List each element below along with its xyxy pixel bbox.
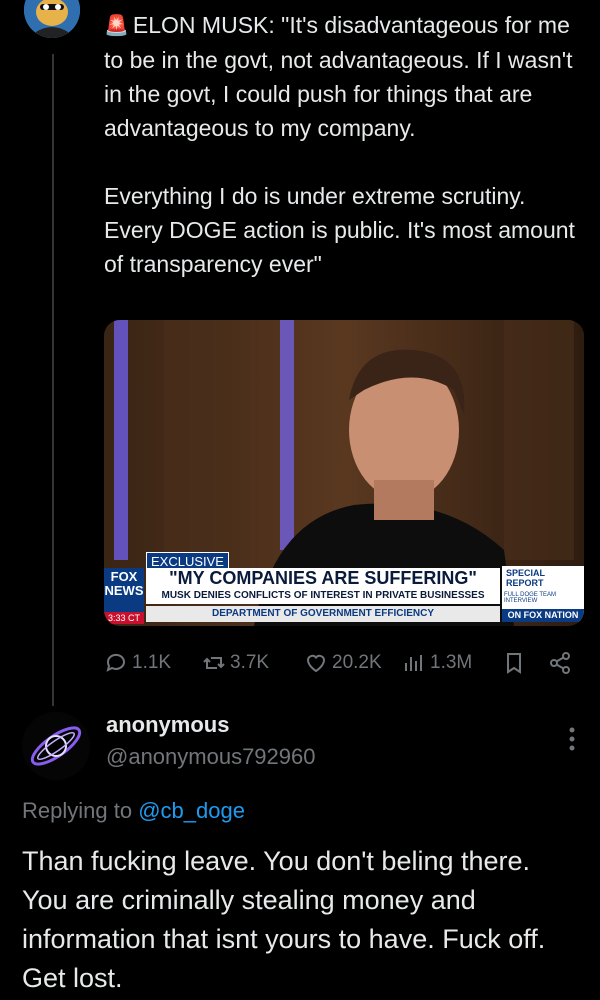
siren-icon: 🚨 [104, 15, 129, 37]
bookmark-icon [507, 653, 521, 674]
share-icon [550, 652, 570, 674]
reply-count: 1.1K [132, 652, 172, 673]
side-interview-label: FULL DOGE TEAM INTERVIEW [504, 592, 557, 604]
side-report-label: REPORT [506, 578, 544, 588]
views-chart-icon [405, 655, 422, 671]
like-count: 20.2K [332, 652, 382, 673]
network-top-label: FOX [110, 569, 138, 584]
reply-text: Than fucking leave. You don't beling the… [22, 846, 546, 993]
reply-icon [106, 653, 125, 672]
like-button[interactable]: 20.2K [304, 651, 382, 675]
reply-author-avatar[interactable] [22, 712, 90, 780]
author-avatar[interactable] [24, 0, 80, 38]
side-nation-label: ON FOX NATION [502, 609, 584, 622]
heart-icon [306, 654, 326, 673]
replying-to-line: Replying to @cb_doge [22, 798, 245, 824]
replying-to-prefix: Replying to [22, 798, 139, 823]
reply-author-handle[interactable]: @anonymous792960 [106, 744, 315, 770]
repost-button[interactable]: 3.7K [202, 651, 269, 675]
thread-connector-line [52, 54, 54, 706]
repost-icon [203, 657, 225, 669]
reply-author-name[interactable]: anonymous [106, 712, 229, 738]
post-text: 🚨 ELON MUSK: "It's disadvantageous for me… [104, 8, 584, 281]
bookmark-button[interactable] [502, 651, 526, 675]
network-bottom-label: NEWS [104, 583, 144, 598]
replying-to-mention[interactable]: @cb_doge [138, 798, 245, 823]
chyron-headline: "MY COMPANIES ARE SUFFERING" [146, 568, 500, 588]
repost-count: 3.7K [230, 652, 270, 673]
post-media-image[interactable]: FOX NEWS 3:33 CT EXCLUSIVE "MY COMPANIES… [104, 320, 584, 626]
chyron-subhead: MUSK DENIES CONFLICTS OF INTEREST IN PRI… [146, 588, 500, 604]
broadcast-time: 3:33 CT [104, 612, 144, 624]
side-special-label: SPECIAL [506, 568, 546, 578]
share-button[interactable] [548, 651, 572, 675]
reply-button[interactable]: 1.1K [104, 651, 171, 675]
post-action-bar: 1.1K 3.7K 20.2K 1.3M [104, 646, 574, 680]
chyron-ticker: DEPARTMENT OF GOVERNMENT EFFICIENCY [146, 606, 500, 622]
more-options-icon[interactable] [562, 724, 582, 754]
views-button[interactable]: 1.3M [402, 651, 472, 675]
views-count: 1.3M [430, 652, 473, 673]
side-promo: SPECIAL REPORT FULL DOGE TEAM INTERVIEW … [502, 566, 584, 622]
fox-news-logo: FOX NEWS [104, 568, 144, 612]
